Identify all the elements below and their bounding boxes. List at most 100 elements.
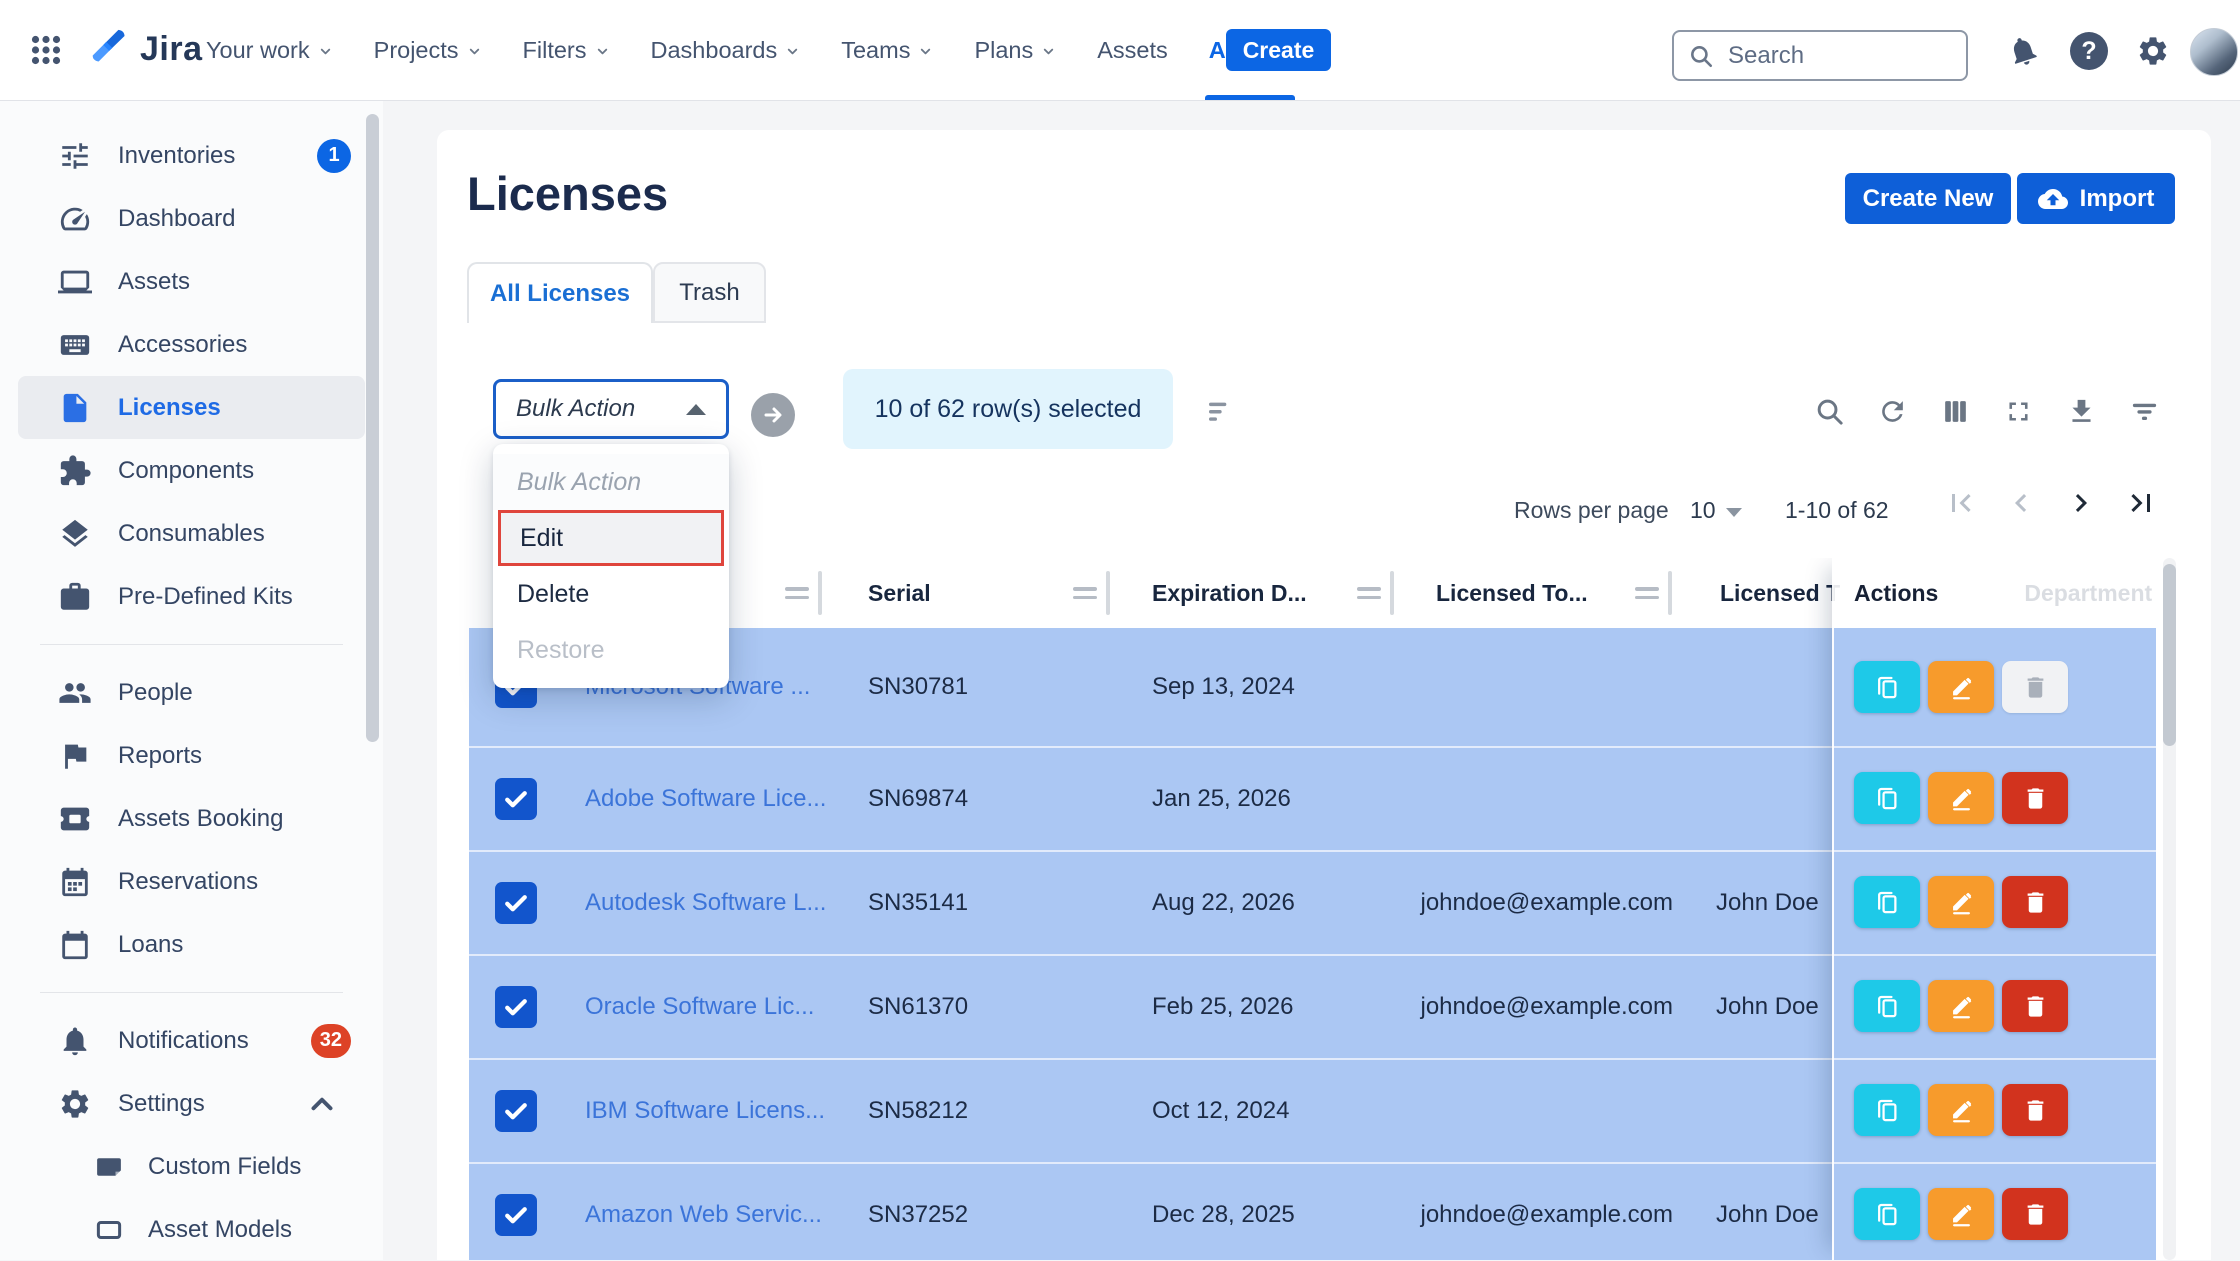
chevron-down-icon	[1726, 508, 1742, 517]
sidebar-item-components[interactable]: Components	[18, 439, 365, 502]
edit-button[interactable]	[1928, 980, 1994, 1032]
sidebar-item-consumables[interactable]: Consumables	[18, 502, 365, 565]
column-header-serial[interactable]: Serial	[868, 558, 931, 628]
dropdown-option-delete[interactable]: Delete	[493, 566, 729, 622]
sidebar-item-assets[interactable]: Assets	[18, 250, 365, 313]
clone-button[interactable]	[1854, 980, 1920, 1032]
tab-trash[interactable]: Trash	[653, 262, 766, 323]
notifications-bell-icon[interactable]	[2002, 30, 2045, 73]
next-page-button[interactable]	[2063, 485, 2099, 521]
bulk-action-select[interactable]: Bulk Action	[493, 379, 729, 439]
nav-item-plans[interactable]: Plans	[974, 0, 1056, 100]
sidebar-item-notifications[interactable]: Notifications32	[18, 1009, 365, 1072]
row-checkbox[interactable]	[495, 1090, 537, 1132]
sidebar-item-inventories[interactable]: Inventories1	[18, 124, 365, 187]
nav-item-filters[interactable]: Filters	[523, 0, 610, 100]
column-resize-handle[interactable]	[1635, 571, 1672, 615]
edit-button[interactable]	[1928, 876, 1994, 928]
table-scrollbar-thumb[interactable]	[2163, 564, 2176, 746]
cell-license-name[interactable]: Oracle Software Lic...	[585, 993, 814, 1021]
nav-item-teams[interactable]: Teams	[841, 0, 933, 100]
sidebar-item-loans[interactable]: Loans	[18, 913, 365, 976]
sidebar-item-pre-defined-kits[interactable]: Pre-Defined Kits	[18, 565, 365, 628]
cell-license-name[interactable]: Amazon Web Servic...	[585, 1201, 822, 1229]
edit-button[interactable]	[1928, 772, 1994, 824]
user-avatar[interactable]	[2190, 28, 2238, 76]
chevron-down-icon	[467, 44, 482, 59]
sidebar-item-licenses[interactable]: Licenses	[18, 376, 365, 439]
sidebar-item-reports[interactable]: Reports	[18, 724, 365, 787]
prev-page-button[interactable]	[2003, 485, 2039, 521]
columns-icon[interactable]	[1940, 396, 1971, 427]
column-header-licensed-name[interactable]: Licensed T	[1720, 558, 1840, 628]
sidebar-item-reservations[interactable]: Reservations	[18, 850, 365, 913]
dropdown-option-edit[interactable]: Edit	[498, 510, 724, 566]
search-input[interactable]	[1726, 41, 1910, 71]
sort-lines-icon[interactable]	[1205, 396, 1237, 428]
rect-icon	[94, 1215, 124, 1245]
row-checkbox[interactable]	[495, 986, 537, 1028]
sidebar-item-settings[interactable]: Settings	[18, 1072, 365, 1135]
sidebar-scrollbar[interactable]	[366, 114, 379, 1244]
cell-license-name[interactable]: Autodesk Software L...	[585, 889, 826, 917]
table-scrollbar[interactable]	[2163, 558, 2176, 1260]
row-checkbox[interactable]	[495, 1194, 537, 1236]
create-new-label: Create New	[1863, 185, 1994, 213]
sidebar-scrollbar-thumb[interactable]	[366, 114, 379, 742]
column-resize-handle[interactable]	[1073, 571, 1110, 615]
refresh-icon[interactable]	[1877, 396, 1908, 427]
row-checkbox[interactable]	[495, 778, 537, 820]
nav-item-dashboards[interactable]: Dashboards	[651, 0, 801, 100]
apply-bulk-action-button[interactable]	[751, 393, 795, 437]
edit-button[interactable]	[1928, 1188, 1994, 1240]
clone-button[interactable]	[1854, 876, 1920, 928]
column-header-expiration[interactable]: Expiration D...	[1152, 558, 1307, 628]
delete-button[interactable]	[2002, 1084, 2068, 1136]
tab-all-licenses[interactable]: All Licenses	[467, 262, 653, 323]
delete-button[interactable]	[2002, 772, 2068, 824]
sidebar-item-people[interactable]: People	[18, 661, 365, 724]
edit-button[interactable]	[1928, 661, 1994, 713]
column-resize-handle[interactable]	[785, 571, 822, 615]
jira-logo[interactable]: Jira	[86, 26, 203, 72]
clone-button[interactable]	[1854, 772, 1920, 824]
cell-licensed-name: John Doe	[1716, 1201, 1816, 1229]
bulk-action-dropdown: Bulk ActionEditDeleteRestore	[493, 444, 729, 688]
delete-button[interactable]	[2002, 1188, 2068, 1240]
delete-button[interactable]	[2002, 980, 2068, 1032]
column-resize-handle[interactable]	[1357, 571, 1394, 615]
global-search[interactable]	[1672, 30, 1968, 81]
copy-icon	[1874, 993, 1901, 1020]
rows-per-page-select[interactable]: 10	[1690, 497, 1742, 524]
row-checkbox[interactable]	[495, 882, 537, 924]
nav-item-projects[interactable]: Projects	[374, 0, 482, 100]
create-new-button[interactable]: Create New	[1845, 173, 2011, 224]
edit-button[interactable]	[1928, 1084, 1994, 1136]
sidebar-item-custom-fields[interactable]: Custom Fields	[18, 1135, 365, 1198]
fullscreen-icon[interactable]	[2003, 396, 2034, 427]
first-page-button[interactable]	[1943, 485, 1979, 521]
import-button[interactable]: Import	[2017, 173, 2175, 224]
app-switcher-icon[interactable]	[28, 32, 64, 68]
cell-license-name[interactable]: IBM Software Licens...	[585, 1097, 825, 1125]
filter-icon[interactable]	[2129, 396, 2160, 427]
nav-item-assets[interactable]: Assets	[1097, 0, 1168, 100]
clone-button[interactable]	[1854, 1084, 1920, 1136]
sidebar-item-dashboard[interactable]: Dashboard	[18, 187, 365, 250]
help-icon[interactable]: ?	[2070, 32, 2108, 70]
sidebar-item-assets-booking[interactable]: Assets Booking	[18, 787, 365, 850]
cell-licensed-to: johndoe@example.com	[1413, 889, 1673, 917]
nav-item-your-work[interactable]: Your work	[206, 0, 333, 100]
last-page-button[interactable]	[2123, 485, 2159, 521]
settings-gear-icon[interactable]	[2136, 34, 2170, 68]
download-icon[interactable]	[2066, 396, 2097, 427]
sidebar-item-asset-models[interactable]: Asset Models	[18, 1198, 365, 1261]
sidebar-item-accessories[interactable]: Accessories	[18, 313, 365, 376]
clone-button[interactable]	[1854, 661, 1920, 713]
create-button[interactable]: Create	[1226, 29, 1331, 71]
column-header-licensed-to[interactable]: Licensed To...	[1436, 558, 1588, 628]
cell-license-name[interactable]: Adobe Software Lice...	[585, 785, 826, 813]
delete-button[interactable]	[2002, 876, 2068, 928]
clone-button[interactable]	[1854, 1188, 1920, 1240]
table-search-icon[interactable]	[1814, 396, 1845, 427]
